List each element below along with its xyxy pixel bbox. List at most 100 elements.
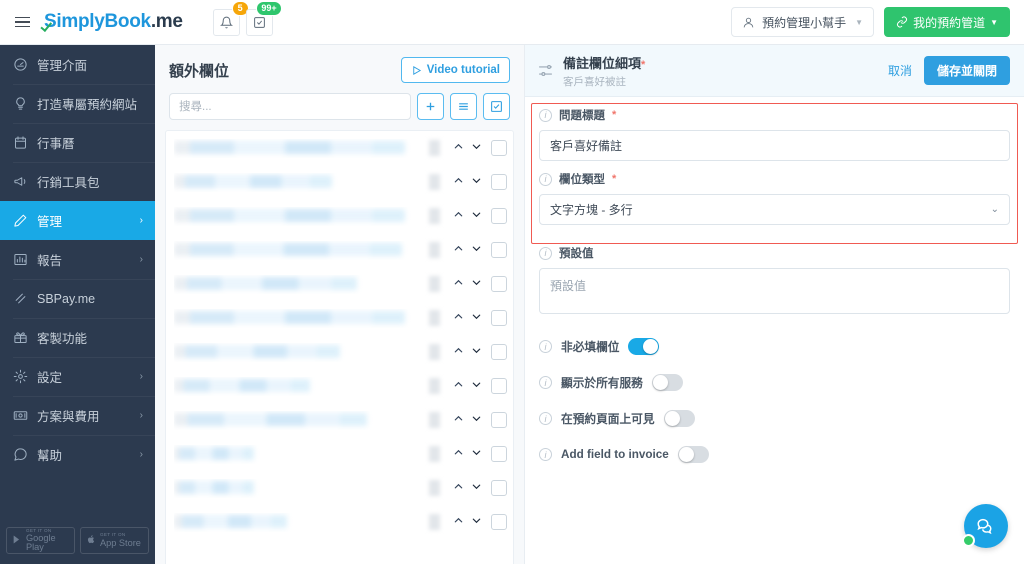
search-input[interactable] (169, 93, 411, 120)
video-tutorial-button[interactable]: Video tutorial (400, 57, 510, 83)
info-icon[interactable]: i (539, 108, 552, 122)
checklist-icon[interactable]: 99+ (245, 0, 282, 36)
brand-logo[interactable]: S implyBook .me (40, 11, 183, 33)
sidebar-item-6[interactable]: 報告 › (0, 240, 155, 279)
row-checkbox[interactable] (491, 276, 507, 292)
chevron-down-icon[interactable] (467, 141, 485, 155)
row-checkbox[interactable] (491, 174, 507, 190)
chevron-down-icon[interactable] (467, 209, 485, 223)
row-checkbox[interactable] (491, 208, 507, 224)
chevron-down-icon[interactable] (467, 243, 485, 257)
field-type-select[interactable]: 文字方塊 - 多行 (539, 194, 1010, 225)
toggle-switch[interactable] (677, 446, 709, 463)
bell-icon[interactable]: 5 (212, 0, 249, 36)
sidebar-item-1[interactable]: 管理介面 (0, 45, 155, 84)
question-title-field: i 問題標題 * (539, 97, 1010, 161)
chevron-down-icon[interactable] (467, 311, 485, 325)
chevron-up-icon[interactable] (449, 277, 467, 291)
field-list-row[interactable] (166, 403, 513, 437)
chevron-down-icon[interactable] (467, 277, 485, 291)
add-field-button[interactable] (417, 93, 444, 120)
field-list-row[interactable] (166, 437, 513, 471)
info-icon[interactable]: i (539, 412, 552, 425)
row-checkbox[interactable] (491, 480, 507, 496)
toggle-switch[interactable] (651, 374, 683, 391)
toggle-label: Add field to invoice (561, 448, 669, 461)
row-checkbox[interactable] (491, 446, 507, 462)
toggle-knob (678, 447, 694, 462)
field-list-row[interactable] (166, 233, 513, 267)
row-type-redacted (429, 378, 440, 394)
field-list-row[interactable] (166, 471, 513, 505)
chevron-up-icon[interactable] (449, 515, 467, 529)
field-list-row[interactable] (166, 131, 513, 165)
google-play-button[interactable]: GET IT ON Google Play (6, 527, 75, 554)
panel-subtitle: 客戶喜好被註 (563, 75, 626, 88)
question-title-label-text: 問題標題 (559, 110, 605, 122)
field-list-row[interactable] (166, 505, 513, 539)
chevron-up-icon[interactable] (449, 311, 467, 325)
info-icon[interactable]: i (539, 246, 552, 260)
chevron-down-icon: ▼ (990, 17, 998, 27)
chevron-up-icon[interactable] (449, 175, 467, 189)
row-checkbox[interactable] (491, 378, 507, 394)
row-checkbox[interactable] (491, 242, 507, 258)
sidebar-item-8[interactable]: 客製功能 (0, 318, 155, 357)
user-menu-button[interactable]: 預約管理小幫手 ▼ (731, 7, 875, 37)
chevron-up-icon[interactable] (449, 379, 467, 393)
chat-widget-button[interactable] (962, 504, 1008, 548)
default-value-textarea[interactable] (539, 268, 1010, 314)
sidebar-item-10[interactable]: 方案與費用 › (0, 396, 155, 435)
chevron-down-icon[interactable] (467, 175, 485, 189)
field-list-row[interactable] (166, 267, 513, 301)
field-list-row[interactable] (166, 199, 513, 233)
list-view-button[interactable] (450, 93, 477, 120)
select-mode-button[interactable] (483, 93, 510, 120)
chevron-up-icon[interactable] (449, 447, 467, 461)
toggle-switch[interactable] (628, 338, 660, 355)
sidebar-item-7[interactable]: SBPay.me (0, 279, 155, 318)
cancel-button[interactable]: 取消 (888, 62, 912, 79)
info-icon[interactable]: i (539, 340, 552, 353)
info-icon[interactable]: i (539, 376, 552, 389)
chevron-down-icon[interactable] (467, 447, 485, 461)
chevron-down-icon[interactable] (467, 481, 485, 495)
sidebar-item-5[interactable]: 管理 › (0, 201, 155, 240)
chevron-down-icon[interactable] (467, 345, 485, 359)
chevron-up-icon[interactable] (449, 413, 467, 427)
toggle-switch[interactable] (663, 410, 695, 427)
app-store-button[interactable]: GET IT ON App Store (80, 527, 149, 554)
panel-toggle-list: i 非必填欄位 i 顯示於所有服務 i 在預約頁面上可見 i Add field to inv… (539, 319, 1010, 463)
sidebar-item-2[interactable]: 打造專屬預約網站 (0, 84, 155, 123)
row-checkbox[interactable] (491, 344, 507, 360)
chevron-down-icon[interactable] (467, 379, 485, 393)
field-type-field: i 欄位類型 * 文字方塊 - 多行 ⌄ (539, 161, 1010, 225)
sidebar-item-11[interactable]: 幫助 › (0, 435, 155, 474)
field-name-redacted (174, 275, 425, 294)
field-list-row[interactable] (166, 335, 513, 369)
sidebar-item-4[interactable]: 行銷工具包 (0, 162, 155, 201)
sidebar-item-9[interactable]: 設定 › (0, 357, 155, 396)
hamburger-icon[interactable] (0, 16, 44, 28)
my-booking-page-button[interactable]: 我的預約管道 ▼ (884, 7, 1010, 37)
chevron-down-icon[interactable] (467, 515, 485, 529)
chevron-up-icon[interactable] (449, 481, 467, 495)
row-type-redacted (429, 310, 440, 326)
question-title-input[interactable] (539, 130, 1010, 161)
row-checkbox[interactable] (491, 514, 507, 530)
info-icon[interactable]: i (539, 172, 552, 186)
chevron-up-icon[interactable] (449, 141, 467, 155)
save-and-close-button[interactable]: 儲存並關閉 (923, 56, 1010, 85)
row-checkbox[interactable] (491, 140, 507, 156)
chevron-up-icon[interactable] (449, 209, 467, 223)
chevron-up-icon[interactable] (449, 345, 467, 359)
row-checkbox[interactable] (491, 310, 507, 326)
field-list-row[interactable] (166, 165, 513, 199)
info-icon[interactable]: i (539, 448, 552, 461)
field-list-row[interactable] (166, 301, 513, 335)
chevron-down-icon[interactable] (467, 413, 485, 427)
sidebar-item-3[interactable]: 行事曆 (0, 123, 155, 162)
chevron-up-icon[interactable] (449, 243, 467, 257)
field-list-row[interactable] (166, 369, 513, 403)
row-checkbox[interactable] (491, 412, 507, 428)
